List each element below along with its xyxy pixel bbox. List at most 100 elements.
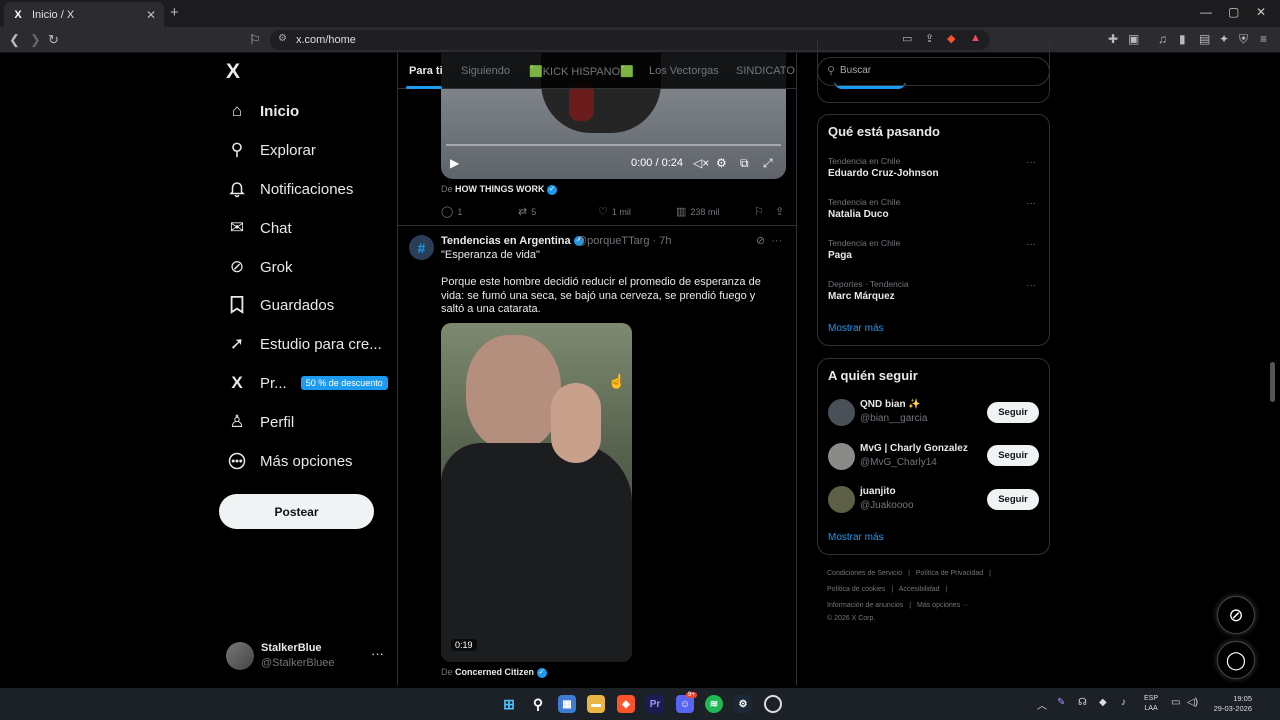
follow-button[interactable]: Seguir bbox=[987, 489, 1039, 510]
who-show-more[interactable]: Mostrar más bbox=[828, 532, 884, 543]
premiere-icon[interactable]: Pr bbox=[646, 695, 664, 713]
nav-perfil[interactable]: ♙ Perfil bbox=[226, 405, 294, 439]
tray-headset-icon[interactable]: ☊ bbox=[1078, 697, 1087, 708]
tab-para-ti[interactable]: Para ti bbox=[409, 65, 443, 77]
source-link[interactable]: Concerned Citizen bbox=[455, 667, 534, 677]
vpn-icon[interactable]: ⛨ bbox=[1239, 32, 1248, 47]
trend-name[interactable]: Eduardo Cruz-Johnson bbox=[828, 168, 939, 179]
tweet-video[interactable]: 0:19 bbox=[441, 323, 632, 662]
trend-name[interactable]: Natalia Duco bbox=[828, 209, 889, 220]
forward-icon[interactable]: ❯ bbox=[30, 32, 41, 48]
scrollbar[interactable] bbox=[1270, 362, 1275, 402]
trend-more-icon[interactable]: ··· bbox=[1026, 198, 1036, 209]
tab-los-vectorgas[interactable]: Los Vectorgas bbox=[649, 65, 719, 77]
avatar[interactable] bbox=[828, 443, 855, 470]
pip-icon[interactable]: ⧉ bbox=[740, 156, 749, 171]
trend-name[interactable]: Paga bbox=[828, 250, 852, 261]
footer-link[interactable]: Política de cookies bbox=[827, 586, 885, 593]
settings-icon[interactable]: ⚙ bbox=[716, 156, 727, 170]
fullscreen-icon[interactable]: ⤢ bbox=[763, 156, 773, 171]
widgets-icon[interactable]: ▦ bbox=[558, 695, 576, 713]
extensions-icon[interactable]: ✚ bbox=[1108, 32, 1118, 46]
minimize-button[interactable]: — bbox=[1200, 5, 1212, 19]
tab-siguiendo[interactable]: Siguiendo bbox=[461, 65, 510, 77]
nav-premium[interactable]: X Pr... 50 % de descuento bbox=[226, 366, 388, 400]
clock[interactable]: 19:05 29-03-2026 bbox=[1208, 694, 1252, 714]
back-icon[interactable]: ❮ bbox=[9, 32, 20, 48]
follow-name[interactable]: QND bian ✨ bbox=[860, 399, 921, 410]
maximize-button[interactable]: ▢ bbox=[1228, 5, 1239, 19]
new-tab-button[interactable]: + bbox=[170, 4, 179, 21]
nav-estudio[interactable]: ➚ Estudio para cre... bbox=[226, 327, 382, 361]
nav-inicio[interactable]: ⌂ Inicio bbox=[226, 94, 299, 128]
spotify-icon[interactable]: ≋ bbox=[705, 695, 723, 713]
mute-icon[interactable]: ◁× bbox=[693, 156, 709, 170]
reload-icon[interactable]: ↻ bbox=[48, 32, 59, 48]
search-input[interactable] bbox=[840, 65, 1040, 76]
video-progress-bar[interactable] bbox=[446, 144, 781, 146]
tray-mic-icon[interactable]: ♪ bbox=[1121, 697, 1126, 708]
tab-kick-hispano[interactable]: 🟩KICK HISPANO🟩 bbox=[529, 65, 634, 78]
footer-link[interactable]: Condiciones de Servicio bbox=[827, 570, 902, 577]
follow-name[interactable]: juanjito bbox=[860, 486, 896, 497]
repost-button[interactable]: ⇄ 5 bbox=[518, 205, 536, 218]
tweet-handle-time[interactable]: @porqueTTarg · 7h bbox=[576, 235, 672, 247]
menu-icon[interactable]: ≡ bbox=[1260, 32, 1267, 46]
trends-show-more[interactable]: Mostrar más bbox=[828, 323, 884, 334]
language-indicator[interactable]: ESP LAA bbox=[1144, 694, 1158, 714]
share-button[interactable]: ⇪ bbox=[775, 205, 788, 218]
follow-button[interactable]: Seguir bbox=[987, 402, 1039, 423]
follow-name[interactable]: MvG | Charly Gonzalez bbox=[860, 443, 968, 454]
sidebar-icon[interactable]: ▮ bbox=[1179, 32, 1186, 46]
footer-link[interactable]: Más opciones ··· bbox=[917, 602, 969, 609]
account-switcher[interactable]: StalkerBlue @StalkerBluee ··· bbox=[226, 640, 386, 672]
leo-ai-icon[interactable]: ✦ bbox=[1219, 32, 1229, 46]
media-icon[interactable]: ♫ bbox=[1158, 32, 1167, 46]
trends-avatar-icon[interactable]: # bbox=[409, 235, 434, 260]
tab-sindicato[interactable]: SINDICATO D bbox=[736, 65, 796, 77]
trend-more-icon[interactable]: ··· bbox=[1026, 280, 1036, 291]
network-icon[interactable]: ▭ bbox=[1171, 697, 1180, 708]
tray-steam-icon[interactable]: ◆ bbox=[1099, 697, 1107, 708]
site-info-icon[interactable]: ⚙ bbox=[278, 33, 287, 44]
views-button[interactable]: ▥ 238 mil bbox=[676, 205, 719, 218]
tab-close-icon[interactable]: ✕ bbox=[146, 8, 156, 22]
wallet2-icon[interactable]: ▤ bbox=[1199, 32, 1210, 46]
avatar[interactable] bbox=[828, 399, 855, 426]
bookmark-button[interactable]: ⚐ bbox=[754, 205, 768, 218]
brave-browser-icon[interactable]: ◆ bbox=[617, 695, 635, 713]
account-more-icon[interactable]: ··· bbox=[371, 646, 384, 661]
trend-more-icon[interactable]: ··· bbox=[1026, 239, 1036, 250]
reply-button[interactable]: ◯ 1 bbox=[441, 205, 462, 218]
wallet-icon[interactable]: ▣ bbox=[1128, 32, 1139, 46]
windows-start-icon[interactable]: ⊞ bbox=[500, 695, 518, 713]
follow-button[interactable]: Seguir bbox=[987, 445, 1039, 466]
footer-link[interactable]: Accesibilidad bbox=[899, 586, 940, 593]
nav-mas-opciones[interactable]: Más opciones bbox=[226, 444, 353, 478]
nav-grok[interactable]: ⊘ Grok bbox=[226, 250, 293, 284]
file-explorer-icon[interactable]: ▬ bbox=[587, 695, 605, 713]
tweet-more-icon[interactable]: ⊘ ··· bbox=[756, 234, 782, 247]
play-icon[interactable]: ▶ bbox=[450, 156, 459, 170]
post-button[interactable]: Postear bbox=[219, 494, 374, 529]
browser-tab[interactable]: X Inicio / X ✕ bbox=[4, 2, 164, 27]
footer-link[interactable]: Información de anuncios bbox=[827, 602, 903, 609]
nav-notificaciones[interactable]: Notificaciones bbox=[226, 172, 353, 206]
nav-explorar[interactable]: ⚲ Explorar bbox=[226, 133, 316, 167]
close-window-button[interactable]: ✕ bbox=[1256, 5, 1266, 19]
bookmark-page-icon[interactable]: ⚐ bbox=[249, 32, 261, 48]
tray-chevron-icon[interactable]: ︿ bbox=[1037, 697, 1047, 712]
source-link[interactable]: HOW THINGS WORK bbox=[455, 184, 545, 194]
chat-fab-icon[interactable]: ◯ bbox=[1217, 641, 1255, 679]
tweet-author[interactable]: Tendencias en Argentina ✓ bbox=[441, 235, 584, 247]
nav-chat[interactable]: ✉ Chat bbox=[226, 211, 292, 245]
grok-fab-icon[interactable]: ⊘ bbox=[1217, 596, 1255, 634]
x-logo-icon[interactable]: X bbox=[226, 60, 240, 84]
avatar[interactable] bbox=[828, 486, 855, 513]
like-button[interactable]: ♡ 1 mil bbox=[598, 205, 631, 218]
trend-more-icon[interactable]: ··· bbox=[1026, 157, 1036, 168]
obs-icon[interactable] bbox=[764, 695, 782, 713]
footer-link[interactable]: Política de Privacidad bbox=[916, 570, 983, 577]
search-box[interactable]: ⚲ bbox=[817, 57, 1050, 86]
trend-name[interactable]: Marc Márquez bbox=[828, 291, 895, 302]
